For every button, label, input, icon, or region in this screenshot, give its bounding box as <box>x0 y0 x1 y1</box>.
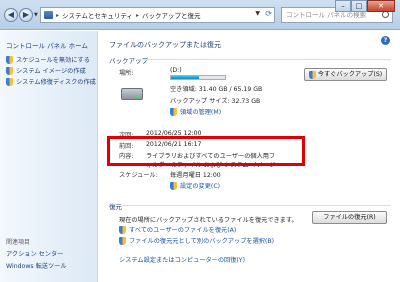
help-icon[interactable]: ? <box>381 36 390 45</box>
backup-section-heading: バックアップ <box>109 57 148 65</box>
schedule-label: スケジュール: <box>119 172 158 179</box>
chevron-right-icon[interactable]: ▸ <box>56 12 59 19</box>
shield-icon <box>6 77 13 86</box>
hard-drive-icon <box>121 88 143 100</box>
address-bar[interactable]: ▸ システムとセキュリティ ▸ バックアップと復元 ▼ ⟳ <box>40 7 275 23</box>
restore-files-button[interactable]: ファイルの復元(R) <box>312 211 387 224</box>
sidebar-item-label: システム修復ディスクの作成 <box>16 79 96 86</box>
search-placeholder: コントロール パネルの検索 <box>286 11 367 19</box>
refresh-icon[interactable]: ⟳ <box>265 9 272 18</box>
restore-files-label: ファイルの復元(R) <box>323 214 376 221</box>
backup-now-label: 今すぐバックアップ(S) <box>317 71 383 78</box>
location-value: (D:) <box>170 67 182 74</box>
change-settings-label: 設定の変更(C) <box>180 183 221 190</box>
disk-usage-bar <box>170 75 226 80</box>
breadcrumb-system-security[interactable]: システムとセキュリティ <box>62 10 133 20</box>
window-titlebar: ◀ ▶ ▼ ▸ システムとセキュリティ ▸ バックアップと復元 ▼ ⟳ コントロ… <box>0 0 400 30</box>
recover-system-label: システム設定またはコンピューターの回復(Y) <box>119 257 245 264</box>
sidebar-item-create-repair-disc[interactable]: システム修復ディスクの作成 <box>6 77 96 86</box>
section-divider <box>137 59 391 60</box>
backup-size-text: バックアップ サイズ: 32.73 GB <box>170 98 261 105</box>
related-heading: 関連項目 <box>6 239 31 246</box>
shield-icon <box>6 55 13 64</box>
manage-space-label: 領域の管理(M) <box>180 109 222 116</box>
change-settings-link[interactable]: 設定の変更(C) <box>170 181 220 190</box>
sidebar-item-label: システム イメージの作成 <box>16 68 86 75</box>
shield-icon <box>170 181 177 190</box>
manage-space-link[interactable]: 領域の管理(M) <box>170 107 221 116</box>
sidebar-item-label: スケジュールを無効にする <box>16 57 90 64</box>
schedule-value: 毎週月曜日 12:00 <box>170 172 221 179</box>
location-label: 場所: <box>119 70 134 77</box>
recent-pages-dropdown-icon[interactable]: ▼ <box>34 12 38 18</box>
shield-icon <box>6 66 13 75</box>
page-title: ファイルのバックアップまたは復元 <box>109 41 221 49</box>
sidebar-home-link[interactable]: コントロール パネル ホーム <box>6 40 88 50</box>
select-other-backup-label: ファイルの復元元として別のバックアップを選択(B) <box>129 238 275 245</box>
shield-icon <box>308 70 316 79</box>
close-button[interactable]: ✕ <box>367 0 395 12</box>
restore-section-heading: 復元 <box>109 203 122 211</box>
action-center-link[interactable]: アクション センター <box>6 249 63 258</box>
shield-icon <box>119 225 126 234</box>
minimize-button[interactable]: – <box>335 0 351 12</box>
sidebar-item-disable-schedule[interactable]: スケジュールを無効にする <box>6 55 90 64</box>
sidebar: コントロール パネル ホーム スケジュールを無効にする システム イメージの作成… <box>0 31 98 282</box>
windows-easy-transfer-link[interactable]: Windows 転送ツール <box>6 261 67 270</box>
shield-icon <box>119 236 126 245</box>
free-space-text: 空き領域: 31.40 GB / 65.19 GB <box>170 86 263 93</box>
drive-activity-light <box>136 95 139 97</box>
chevron-right-icon[interactable]: ▸ <box>136 12 139 19</box>
restore-all-users-label: すべてのユーザーのファイルを復元(A) <box>129 227 237 234</box>
control-panel-icon <box>44 11 53 19</box>
disk-usage-fill <box>171 76 200 79</box>
forward-button-icon[interactable]: ▶ <box>19 8 33 22</box>
search-icon[interactable] <box>382 11 389 18</box>
backup-now-button[interactable]: 今すぐバックアップ(S) <box>304 68 387 81</box>
restore-description: 現在の場所にバックアップされているファイルを復元できます。 <box>119 217 298 224</box>
select-other-backup-link[interactable]: ファイルの復元元として別のバックアップを選択(B) <box>119 236 274 245</box>
back-button-icon[interactable]: ◀ <box>4 8 18 22</box>
restore-all-users-link[interactable]: すべてのユーザーのファイルを復元(A) <box>119 225 236 234</box>
maximize-button[interactable]: □ <box>351 0 367 12</box>
sidebar-item-create-system-image[interactable]: システム イメージの作成 <box>6 66 86 75</box>
breadcrumb-backup-restore[interactable]: バックアップと復元 <box>142 10 201 20</box>
highlight-box <box>107 136 305 166</box>
main-content: ? ファイルのバックアップまたは復元 バックアップ 場所: (D:) 空き領域:… <box>99 31 400 282</box>
section-divider <box>123 205 391 206</box>
recover-system-link[interactable]: システム設定またはコンピューターの回復(Y) <box>119 255 245 264</box>
shield-icon <box>170 107 177 116</box>
address-dropdown-icon[interactable]: ▼ <box>255 10 260 17</box>
